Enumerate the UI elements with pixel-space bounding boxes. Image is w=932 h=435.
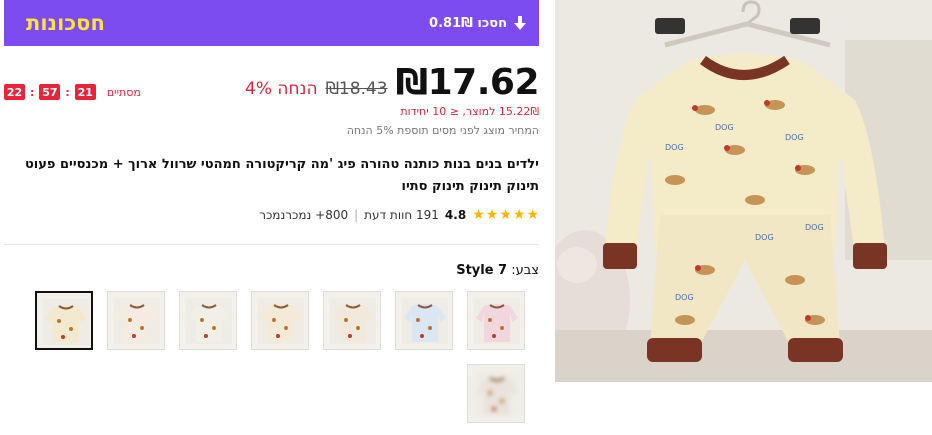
svg-text:DOG: DOG [785, 133, 804, 142]
color-swatch[interactable] [467, 364, 525, 423]
pajama-photo: DOG DOG DOG DOG DOG DOG [555, 0, 932, 382]
swatch-thumbnail [330, 298, 376, 344]
star-rating: ★ ★ ★ ★ ★ [472, 208, 539, 222]
swatch-thumbnail [474, 298, 520, 344]
timer-minutes: 57 [39, 84, 61, 100]
discount-badge: 4% הנחה [245, 79, 318, 99]
star-icon: ★ [512, 207, 526, 223]
timer-separator: : [30, 85, 35, 99]
svg-text:DOG: DOG [675, 293, 694, 302]
unit-price: 15.22₪ למוצר, ≤ 10 יחידות [400, 105, 539, 118]
color-swatch[interactable] [467, 291, 525, 350]
product-title: ילדים בנים בנות כותנה טהורה פיג 'מה קריק… [24, 157, 539, 194]
review-count[interactable]: 191 חוות דעת [364, 208, 439, 222]
savings-amount: 0.81₪ חסכו [429, 15, 507, 31]
original-price: ₪18.43 [325, 79, 388, 99]
color-label: צבע: Style 7 [456, 263, 539, 278]
product-image[interactable]: DOG DOG DOG DOG DOG DOG [555, 0, 932, 382]
banner-savings: 0.81₪ חסכו [429, 15, 527, 31]
rating-row[interactable]: ★ ★ ★ ★ ★ 4.8 191 חוות דעת | 800+ נמכרנמ… [259, 208, 539, 222]
star-icon: ★ [485, 207, 499, 223]
arrow-down-icon [514, 16, 526, 30]
swatch-thumbnail [402, 298, 448, 344]
timer-seconds: 22 [4, 84, 25, 100]
sold-count: 800+ נמכרנמכר [259, 208, 349, 222]
color-swatch[interactable] [35, 291, 93, 350]
separator: | [354, 208, 359, 222]
color-swatch[interactable] [107, 291, 165, 350]
swatch-thumbnail [43, 299, 89, 345]
rating-value: 4.8 [444, 208, 467, 222]
timer-separator: : [65, 85, 70, 99]
color-swatch[interactable] [395, 291, 453, 350]
divider [4, 244, 539, 245]
color-swatch[interactable] [251, 291, 309, 350]
current-price: ₪17.62 [395, 62, 540, 103]
swatch-thumbnail [474, 371, 520, 417]
swatch-thumbnail [114, 298, 160, 344]
star-icon: ★ [526, 207, 539, 223]
banner-title: חסכונות [26, 11, 105, 35]
tax-note: המחיר מוצג לפני מסים תוספת 5% הנחה [346, 124, 539, 137]
countdown-timer: 22 : 57 : 21 מסתיים [4, 84, 141, 100]
color-swatch[interactable] [179, 291, 237, 350]
color-swatch[interactable] [323, 291, 381, 350]
savings-banner: חסכונות 0.81₪ חסכו [4, 0, 539, 46]
star-icon: ★ [472, 207, 485, 223]
svg-text:DOG: DOG [665, 143, 684, 152]
svg-text:DOG: DOG [755, 233, 774, 242]
svg-text:DOG: DOG [715, 123, 734, 132]
swatch-thumbnail [186, 298, 232, 344]
price-row: 4% הנחה ₪18.43 ₪17.62 [245, 62, 539, 103]
swatch-thumbnail [258, 298, 304, 344]
svg-text:DOG: DOG [805, 223, 824, 232]
timer-label: מסתיים [106, 85, 141, 99]
color-label-text: צבע: [511, 263, 539, 278]
timer-hours: 21 [74, 84, 96, 100]
color-value: Style 7 [456, 263, 508, 278]
star-icon: ★ [499, 207, 512, 223]
